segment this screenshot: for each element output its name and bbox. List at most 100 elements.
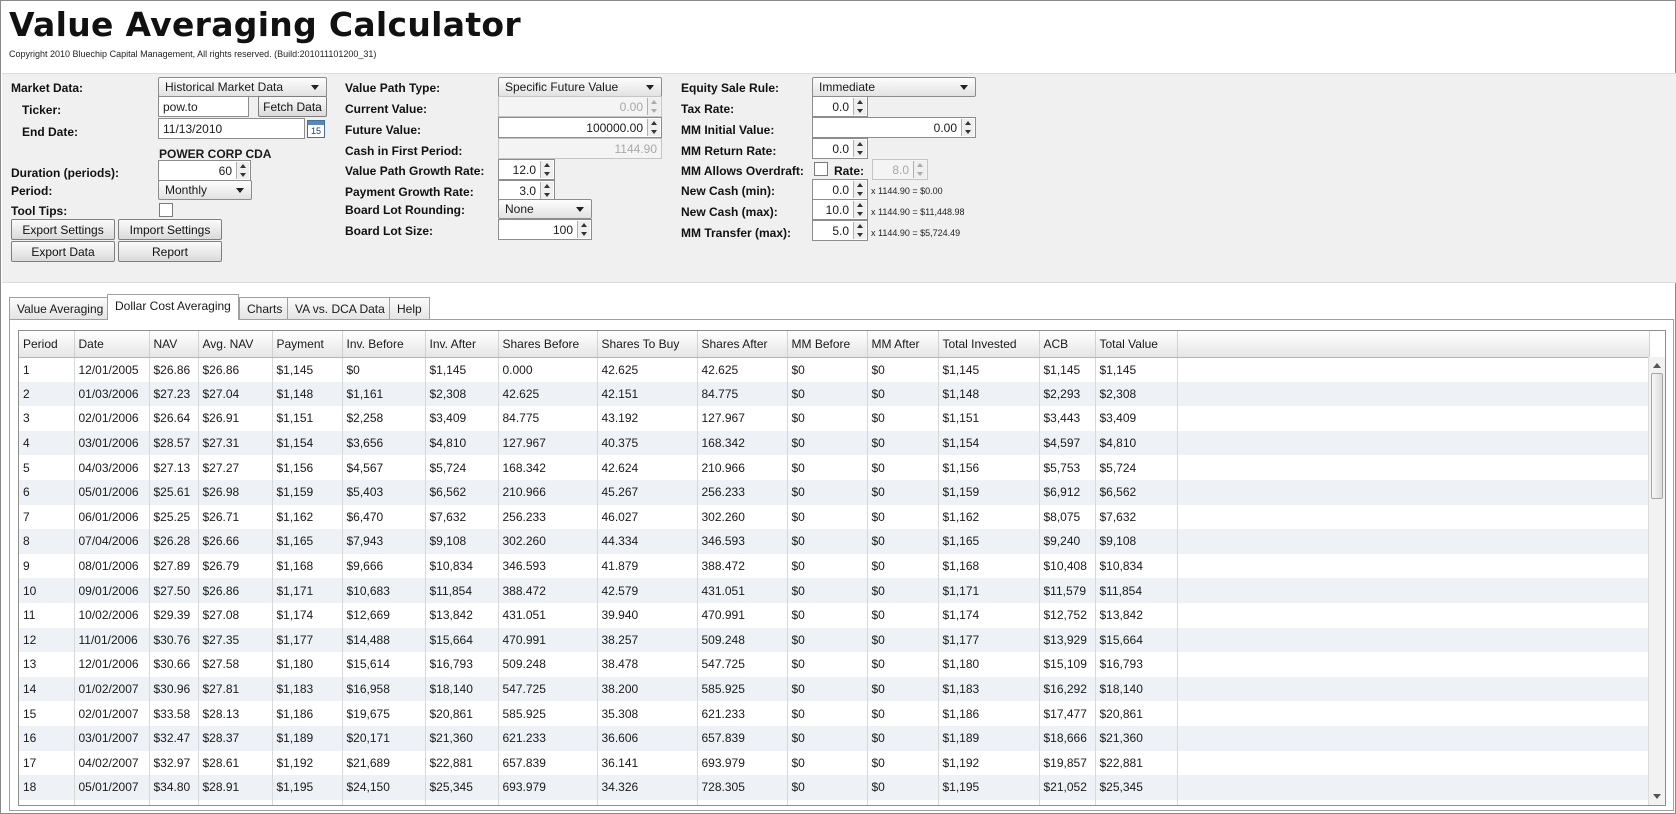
spinner-arrows-icon[interactable] bbox=[540, 182, 553, 199]
spinner-arrows-icon[interactable] bbox=[577, 221, 590, 238]
column-header[interactable]: Payment bbox=[272, 331, 343, 358]
spinner-arrows-icon[interactable] bbox=[236, 162, 249, 179]
new-cash-min-stepper[interactable]: 0.0 bbox=[812, 179, 868, 200]
tab-charts[interactable]: Charts bbox=[239, 297, 291, 319]
spinner-arrows-icon[interactable] bbox=[853, 201, 866, 218]
equity-sale-rule-combo[interactable]: Immediate bbox=[812, 77, 976, 97]
scroll-up-icon[interactable] bbox=[1653, 363, 1661, 368]
mm-initial-value-stepper[interactable]: 0.00 bbox=[812, 117, 976, 138]
period-combo[interactable]: Monthly bbox=[158, 180, 252, 200]
table-cell: $27.27 bbox=[198, 455, 273, 480]
calendar-icon[interactable]: 15 bbox=[307, 120, 325, 138]
table-row[interactable]: 14 01/02/2007 $30.96 $27.81 $1,183 $16,958 $18… bbox=[19, 676, 1650, 702]
tooltips-checkbox[interactable] bbox=[159, 203, 173, 217]
board-lot-size-stepper[interactable]: 100 bbox=[498, 219, 592, 240]
table-row[interactable]: 1906/01/2007$34.54$29.16$1,198$25,156$26… bbox=[19, 799, 1650, 805]
vertical-scrollbar[interactable] bbox=[1648, 357, 1665, 805]
duration-value: 60 bbox=[218, 164, 232, 178]
column-header[interactable]: MM After bbox=[867, 331, 939, 358]
tab-dollar-cost-averaging[interactable]: Dollar Cost Averaging bbox=[107, 294, 239, 320]
spinner-arrows-icon[interactable] bbox=[853, 140, 866, 157]
spinner-arrows-icon[interactable] bbox=[853, 222, 866, 239]
table-row[interactable]: 13 12/01/2006 $30.66 $27.58 $1,180 $15,614 $16… bbox=[19, 652, 1650, 677]
table-row[interactable]: 10 09/01/2006 $27.50 $26.86 $1,171 $10,683 $11… bbox=[19, 578, 1650, 603]
column-header[interactable]: Inv. After bbox=[425, 331, 499, 358]
table-cell: 4 bbox=[19, 430, 75, 456]
future-value-value: 100000.00 bbox=[586, 121, 643, 135]
column-header[interactable]: ACB bbox=[1039, 331, 1096, 358]
fetch-data-button[interactable]: Fetch Data bbox=[258, 96, 327, 117]
table-cell: $27.08 bbox=[198, 602, 273, 628]
mm-overdraft-checkbox[interactable] bbox=[814, 162, 828, 176]
duration-stepper[interactable]: 60 bbox=[158, 160, 251, 181]
future-value-stepper[interactable]: 100000.00 bbox=[498, 117, 662, 138]
table-row[interactable]: 5 04/03/2006 $27.13 $27.27 $1,156 $4,567 $5,72… bbox=[19, 455, 1650, 480]
tab-value-averaging[interactable]: Value Averaging bbox=[9, 297, 112, 319]
tab-va-vs-dca-data[interactable]: VA vs. DCA Data bbox=[287, 297, 393, 319]
table-row[interactable]: 11 10/02/2006 $29.39 $27.08 $1,174 $12,669 $13… bbox=[19, 602, 1650, 628]
table-row[interactable]: 17 04/02/2007 $32.97 $28.61 $1,192 $21,689 $22… bbox=[19, 750, 1650, 776]
table-row[interactable]: 8 07/04/2006 $26.28 $26.66 $1,165 $7,943 $9,10… bbox=[19, 529, 1650, 554]
table-row[interactable]: 16 03/01/2007 $32.47 $28.37 $1,189 $20,171 $21… bbox=[19, 725, 1650, 751]
tab-help[interactable]: Help bbox=[389, 297, 430, 319]
table-cell: $21,052 bbox=[1039, 775, 1096, 800]
mm-return-rate-stepper[interactable]: 0.0 bbox=[812, 138, 868, 159]
table-row[interactable]: 18 05/01/2007 $34.80 $28.91 $1,195 $24,150 $25… bbox=[19, 775, 1650, 800]
table-cell-filler bbox=[1177, 750, 1650, 776]
table-cell: 388.472 bbox=[697, 553, 788, 579]
table-row[interactable]: 2 01/03/2006 $27.23 $27.04 $1,148 $1,161 $2,30… bbox=[19, 381, 1650, 407]
table-cell: 03/01/2007 bbox=[74, 725, 150, 751]
column-header[interactable]: Inv. Before bbox=[342, 331, 426, 358]
spinner-arrows-icon[interactable] bbox=[853, 181, 866, 198]
table-cell: 14 bbox=[19, 676, 75, 702]
table-cell: $3,443 bbox=[1039, 406, 1096, 431]
ticker-input[interactable]: pow.to bbox=[158, 96, 249, 117]
column-header[interactable]: Total Invested bbox=[938, 331, 1040, 358]
market-data-combo[interactable]: Historical Market Data bbox=[158, 77, 327, 97]
table-cell: $26.98 bbox=[198, 479, 273, 505]
table-row[interactable]: 9 08/01/2006 $27.89 $26.79 $1,168 $9,666 $10,8… bbox=[19, 553, 1650, 579]
column-header[interactable]: Period bbox=[19, 331, 75, 358]
column-header[interactable]: Shares After bbox=[697, 331, 788, 358]
payment-growth-stepper[interactable]: 3.0 bbox=[498, 180, 555, 201]
import-settings-button[interactable]: Import Settings bbox=[118, 219, 222, 240]
column-header[interactable]: Shares Before bbox=[498, 331, 598, 358]
value-path-type-combo[interactable]: Specific Future Value bbox=[498, 77, 662, 97]
new-cash-max-label: New Cash (max): bbox=[681, 205, 778, 219]
spinner-arrows-icon[interactable] bbox=[853, 98, 866, 115]
table-row[interactable]: 15 02/01/2007 $33.58 $28.13 $1,186 $19,675 $20… bbox=[19, 701, 1650, 726]
tax-rate-stepper[interactable]: 0.0 bbox=[812, 96, 868, 117]
value-path-growth-stepper[interactable]: 12.0 bbox=[498, 159, 555, 180]
mm-transfer-max-stepper[interactable]: 5.0 bbox=[812, 220, 868, 241]
table-cell: 42.625 bbox=[697, 357, 788, 382]
table-cell: 36.606 bbox=[597, 725, 698, 751]
table-cell: $0 bbox=[787, 602, 868, 628]
export-data-button[interactable]: Export Data bbox=[11, 241, 115, 262]
column-header[interactable]: Avg. NAV bbox=[198, 331, 273, 358]
column-header[interactable]: Total Value bbox=[1095, 331, 1178, 358]
table-cell: $2,293 bbox=[1039, 381, 1096, 407]
report-button[interactable]: Report bbox=[118, 241, 222, 262]
table-cell: $1,168 bbox=[938, 553, 1040, 579]
table-row[interactable]: 4 03/01/2006 $28.57 $27.31 $1,154 $3,656 $4,81… bbox=[19, 430, 1650, 456]
column-header[interactable]: NAV bbox=[149, 331, 199, 358]
table-row[interactable]: 7 06/01/2006 $25.25 $26.71 $1,162 $6,470 $7,63… bbox=[19, 504, 1650, 530]
column-header[interactable]: Shares To Buy bbox=[597, 331, 698, 358]
spinner-arrows-icon[interactable] bbox=[540, 161, 553, 178]
column-header[interactable]: MM Before bbox=[787, 331, 868, 358]
end-date-input[interactable]: 11/13/2010 bbox=[158, 118, 305, 139]
column-header[interactable]: Date bbox=[74, 331, 150, 358]
new-cash-max-stepper[interactable]: 10.0 bbox=[812, 199, 868, 220]
scroll-thumb[interactable] bbox=[1651, 373, 1663, 499]
scroll-down-icon[interactable] bbox=[1653, 794, 1661, 799]
board-lot-rounding-combo[interactable]: None bbox=[498, 199, 592, 219]
spinner-arrows-icon[interactable] bbox=[961, 119, 974, 136]
table-row[interactable]: 6 05/01/2006 $25.61 $26.98 $1,159 $5,403 $6,56… bbox=[19, 479, 1650, 505]
table-row[interactable]: 12 11/01/2006 $30.76 $27.35 $1,177 $14,488 $15… bbox=[19, 627, 1650, 653]
chevron-down-icon bbox=[236, 188, 244, 193]
table-row[interactable]: 3 02/01/2006 $26.64 $26.91 $1,151 $2,258 $3,40… bbox=[19, 406, 1650, 431]
dca-data-grid[interactable]: Period Date NAV Avg. NAV Payment Inv. Before I… bbox=[18, 330, 1666, 806]
spinner-arrows-icon[interactable] bbox=[647, 119, 660, 136]
export-settings-button[interactable]: Export Settings bbox=[11, 219, 115, 240]
table-row[interactable]: 1 12/01/2005 $26.86 $26.86 $1,145 $0 $1,145 0.0… bbox=[19, 357, 1650, 382]
